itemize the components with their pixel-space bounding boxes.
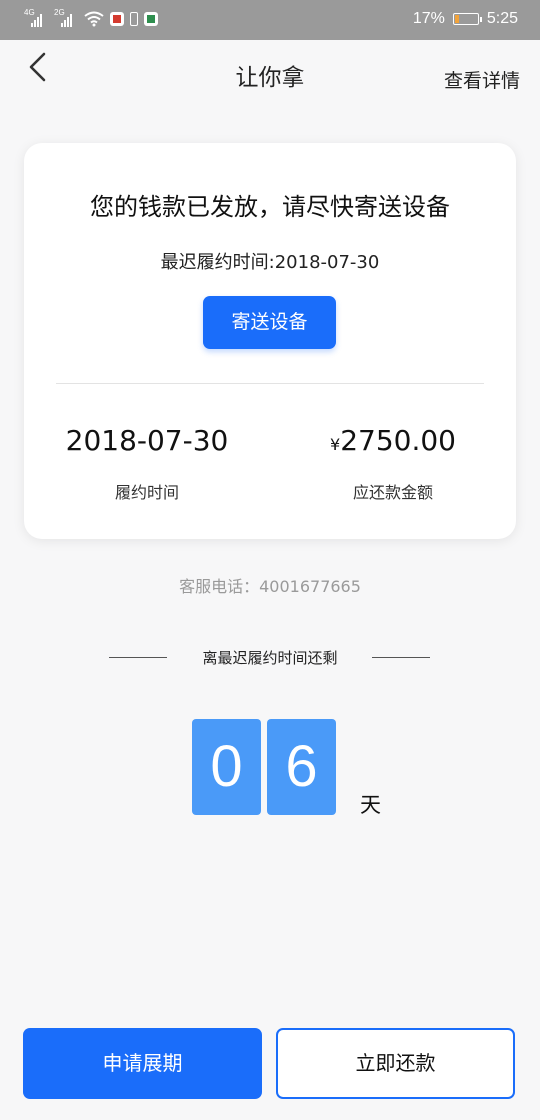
status-icons-right: 17% 5:25 [413, 10, 518, 28]
countdown-label: 离最迟履约时间还剩 [202, 649, 338, 667]
app-notification-icon [110, 12, 124, 26]
battery-icon [452, 13, 482, 25]
wifi-icon [84, 11, 104, 27]
signal-4g-icon: 4G [24, 9, 48, 29]
payout-message: 您的钱款已发放，请尽快寄送设备 [90, 193, 450, 221]
status-bar: 4G 2G 17% 5:25 [0, 0, 540, 40]
customer-service: 客服电话：4001677665 [0, 573, 540, 597]
signal-2g-icon: 2G [54, 9, 78, 29]
app-notification-icon [144, 12, 158, 26]
amount: 2750.00 [340, 424, 456, 457]
clock: 5:25 [486, 10, 518, 27]
send-device-button[interactable]: 寄送设备 [203, 296, 336, 349]
repay-now-button[interactable]: 立即还款 [276, 1028, 515, 1099]
view-details-link[interactable]: 查看详情 [444, 66, 520, 93]
loan-status-card: 您的钱款已发放，请尽快寄送设备 最迟履约时间:2018-07-30 寄送设备 2… [24, 143, 516, 539]
service-phone[interactable]: 4001677665 [259, 577, 361, 596]
app-header: 让你拿 查看详情 [0, 40, 540, 112]
currency-symbol: ¥ [330, 435, 341, 454]
fulfillment-date-column: 2018-07-30 履约时间 [24, 423, 270, 503]
repayment-amount-column: ¥2750.00 应还款金额 [270, 423, 516, 503]
repayment-amount-value: ¥2750.00 [270, 423, 516, 459]
status-icons-left: 4G 2G [24, 9, 158, 29]
divider [56, 383, 484, 384]
apply-extension-button[interactable]: 申请展期 [23, 1028, 262, 1099]
divider-right [372, 657, 430, 658]
countdown-digit: 0 [192, 719, 261, 815]
deadline-text: 最迟履约时间:2018-07-30 [160, 252, 380, 273]
repayment-amount-label: 应还款金额 [352, 483, 433, 502]
battery-saver-icon [130, 12, 138, 26]
fulfillment-date-label: 履约时间 [114, 483, 179, 502]
service-label: 客服电话： [179, 577, 260, 596]
battery-percent: 17% [412, 10, 445, 27]
fulfillment-date-value: 2018-07-30 [65, 424, 229, 457]
countdown-unit: 天 [360, 793, 381, 817]
countdown-digit: 6 [267, 719, 336, 815]
